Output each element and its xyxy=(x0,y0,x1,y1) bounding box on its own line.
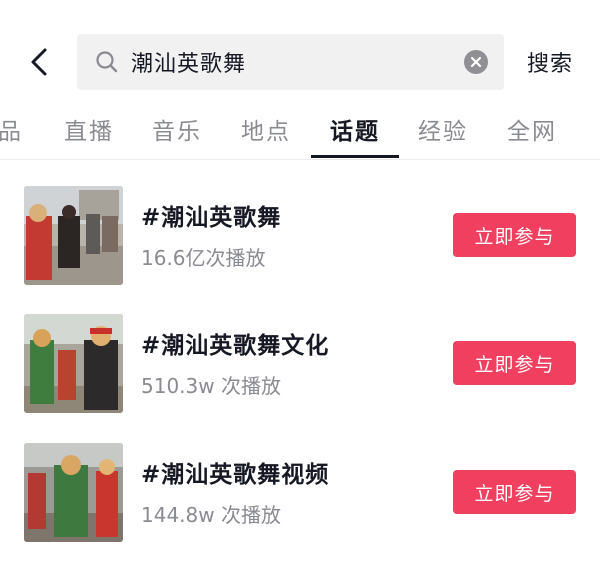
search-input[interactable]: 潮汕英歌舞 xyxy=(77,34,504,90)
tab-places[interactable]: 地点 xyxy=(241,112,291,156)
topic-item[interactable]: #潮汕英歌舞 16.6亿次播放 立即参与 xyxy=(0,186,600,286)
topic-title: #潮汕英歌舞 xyxy=(141,205,282,231)
tab-music[interactable]: 音乐 xyxy=(152,112,202,156)
search-results-page: 潮汕英歌舞 搜索 品 直播 音乐 地点 话题 经验 全网 #潮汕英歌舞 16.6… xyxy=(0,0,600,564)
chevron-left-icon xyxy=(31,48,47,76)
topic-item[interactable]: #潮汕英歌舞视频 144.8w 次播放 立即参与 xyxy=(0,443,600,543)
topic-view-count: 510.3w 次播放 xyxy=(141,374,281,398)
result-type-tabs: 品 直播 音乐 地点 话题 经验 全网 xyxy=(0,104,600,160)
search-submit-button[interactable]: 搜索 xyxy=(527,44,579,80)
active-tab-indicator xyxy=(311,155,399,158)
join-topic-button[interactable]: 立即参与 xyxy=(453,470,576,514)
search-query-text: 潮汕英歌舞 xyxy=(131,52,247,77)
join-topic-button[interactable]: 立即参与 xyxy=(453,341,576,385)
tab-web[interactable]: 全网 xyxy=(507,112,557,156)
tab-experience[interactable]: 经验 xyxy=(418,112,468,156)
topic-title: #潮汕英歌舞视频 xyxy=(141,462,330,488)
topic-title: #潮汕英歌舞文化 xyxy=(141,333,330,359)
search-icon xyxy=(95,50,119,74)
back-button[interactable] xyxy=(22,42,56,82)
topic-thumbnail xyxy=(24,186,123,285)
topic-view-count: 16.6亿次播放 xyxy=(141,246,266,270)
tab-works[interactable]: 品 xyxy=(0,112,23,156)
topic-item[interactable]: #潮汕英歌舞文化 510.3w 次播放 立即参与 xyxy=(0,314,600,414)
topic-view-count: 144.8w 次播放 xyxy=(141,503,281,527)
topic-thumbnail xyxy=(24,314,123,413)
tab-topics[interactable]: 话题 xyxy=(330,112,380,156)
clear-icon[interactable] xyxy=(464,50,488,74)
join-topic-button[interactable]: 立即参与 xyxy=(453,213,576,257)
tab-live[interactable]: 直播 xyxy=(64,112,114,156)
topic-thumbnail xyxy=(24,443,123,542)
